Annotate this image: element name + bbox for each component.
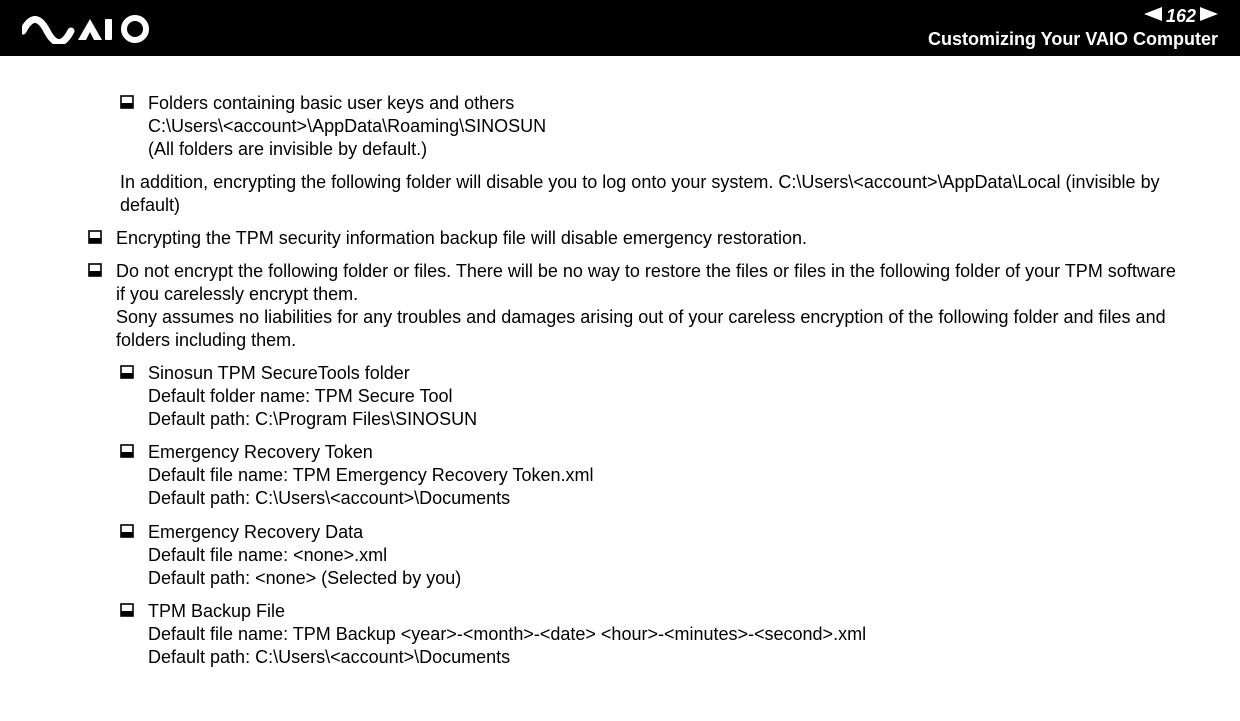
prev-page-arrow-icon[interactable] (1144, 7, 1162, 26)
text-line: Folders containing basic user keys and o… (148, 92, 1180, 115)
text-line: Default path: C:\Users\<account>\Documen… (148, 646, 1180, 669)
text-line: Sinosun TPM SecureTools folder (148, 362, 1180, 385)
text-line: TPM Backup File (148, 600, 1180, 623)
square-bullet-icon (120, 524, 134, 538)
page-number-row: 162 (928, 6, 1218, 27)
text-line: Default path: C:\Program Files\SINOSUN (148, 408, 1180, 431)
text-line: Default file name: TPM Backup <year>-<mo… (148, 623, 1180, 646)
list-item: TPM Backup File Default file name: TPM B… (120, 600, 1180, 669)
list-item: Emergency Recovery Token Default file na… (120, 441, 1180, 510)
list-item: Emergency Recovery Data Default file nam… (120, 521, 1180, 590)
vaio-logo (22, 14, 152, 49)
page-content: Folders containing basic user keys and o… (0, 56, 1240, 669)
text-line: Encrypting the TPM security information … (116, 227, 1180, 250)
square-bullet-icon (120, 95, 134, 109)
square-bullet-icon (88, 263, 102, 277)
text-line: Default file name: TPM Emergency Recover… (148, 464, 1180, 487)
text-line: Emergency Recovery Data (148, 521, 1180, 544)
square-bullet-icon (120, 603, 134, 617)
square-bullet-icon (88, 230, 102, 244)
list-item: Folders containing basic user keys and o… (120, 92, 1180, 161)
page-header: 162 Customizing Your VAIO Computer (0, 0, 1240, 56)
text-line: In addition, encrypting the following fo… (120, 172, 773, 192)
section-title: Customizing Your VAIO Computer (928, 29, 1218, 50)
text-line: Default file name: <none>.xml (148, 544, 1180, 567)
page-number: 162 (1166, 6, 1196, 27)
square-bullet-icon (120, 365, 134, 379)
paragraph: In addition, encrypting the following fo… (120, 171, 1180, 217)
text-line: Sony assumes no liabilities for any trou… (116, 306, 1180, 352)
text-line: Emergency Recovery Token (148, 441, 1180, 464)
text-line: (All folders are invisible by default.) (148, 138, 1180, 161)
text-line: Default path: C:\Users\<account>\Documen… (148, 487, 1180, 510)
next-page-arrow-icon[interactable] (1200, 7, 1218, 26)
text-line: Default path: <none> (Selected by you) (148, 567, 1180, 590)
list-item: Do not encrypt the following folder or f… (88, 260, 1180, 352)
text-line: Do not encrypt the following folder or f… (116, 260, 1180, 306)
list-item: Encrypting the TPM security information … (88, 227, 1180, 250)
square-bullet-icon (120, 444, 134, 458)
text-line: C:\Users\<account>\AppData\Roaming\SINOS… (148, 115, 1180, 138)
list-item: Sinosun TPM SecureTools folder Default f… (120, 362, 1180, 431)
text-line: Default folder name: TPM Secure Tool (148, 385, 1180, 408)
